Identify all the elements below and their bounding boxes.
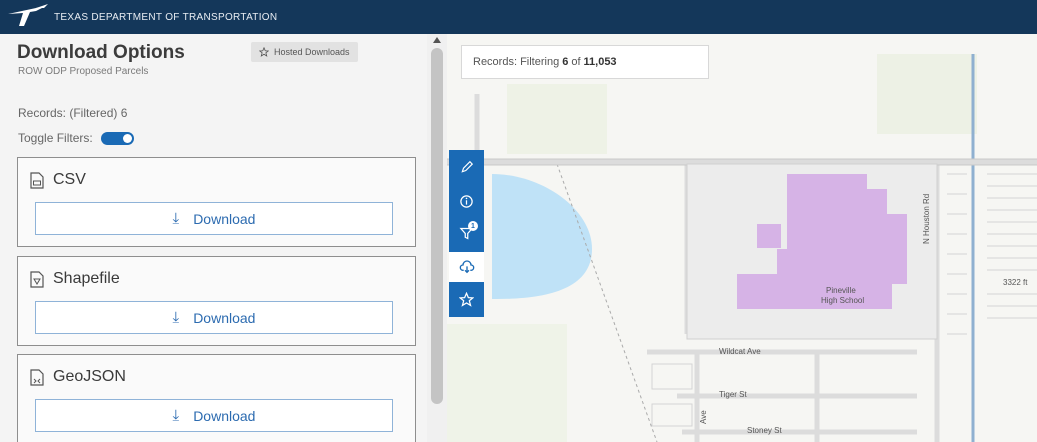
street-label-stoney: Stoney St [747, 426, 782, 435]
download-label: Download [193, 309, 256, 326]
scrollbar-thumb[interactable] [431, 48, 443, 404]
hosted-downloads-button[interactable]: Hosted Downloads [251, 42, 358, 62]
records-total-number: 11,053 [583, 56, 617, 68]
records-of: of [571, 56, 581, 68]
toggle-filters-switch[interactable] [100, 131, 134, 145]
filter-count-badge: 1 [468, 221, 478, 231]
download-arrow-icon: ⤓ [172, 309, 180, 326]
info-circle-icon [460, 194, 473, 208]
school-label-line2: High School [821, 296, 865, 305]
pencil-icon [460, 160, 473, 173]
street-label-tiger: Tiger St [719, 390, 747, 399]
format-name: CSV [53, 171, 86, 188]
street-label-ave: Ave [699, 410, 708, 424]
map-view[interactable]: Records: Filtering 6 of 11,053 Pineville… [447, 34, 1037, 442]
download-label: Download [193, 407, 256, 424]
geojson-file-icon [30, 368, 44, 386]
agency-name: TEXAS DEPARTMENT OF TRANSPORTATION [54, 11, 278, 23]
info-tool-button[interactable] [449, 186, 484, 216]
filter-tool-button[interactable]: 1 [449, 218, 484, 248]
format-heading: CSV [29, 171, 86, 189]
format-name: Shapefile [53, 270, 120, 287]
format-card-csv: CSV ⤓ Download [17, 157, 416, 247]
map-tool-sidebar: 1 [449, 150, 484, 317]
toggle-filters-label: Toggle Filters: [18, 131, 93, 145]
format-name: GeoJSON [53, 368, 126, 385]
csv-file-icon [30, 171, 44, 189]
download-tool-button[interactable] [449, 252, 484, 282]
star-outline-icon [259, 47, 269, 57]
panel-scrollbar[interactable] [427, 34, 447, 442]
toggle-knob [122, 133, 132, 143]
panel-title: Download Options [17, 42, 185, 63]
top-header-bar: TEXAS DEPARTMENT OF TRANSPORTATION [0, 0, 1037, 34]
records-filtered-number: 6 [562, 56, 569, 68]
favorites-tool-button[interactable] [449, 284, 484, 314]
map-label-right: 3322 ft [1003, 278, 1028, 287]
csv-download-button[interactable]: ⤓ Download [35, 202, 393, 235]
download-arrow-icon: ⤓ [172, 407, 180, 424]
format-card-geojson: GeoJSON ⤓ Download [17, 354, 416, 442]
geojson-download-button[interactable]: ⤓ Download [35, 399, 393, 432]
format-heading: Shapefile [29, 270, 120, 288]
school-label-line1: Pineville [826, 286, 856, 295]
txdot-flying-t-logo-icon [8, 4, 48, 26]
shapefile-download-button[interactable]: ⤓ Download [35, 301, 393, 334]
layer-subtitle: ROW ODP Proposed Parcels [18, 66, 149, 77]
download-options-panel: Download Options Hosted Downloads ROW OD… [0, 34, 427, 442]
download-arrow-icon: ⤓ [172, 210, 180, 227]
hosted-downloads-label: Hosted Downloads [274, 47, 350, 57]
toggle-filters-row: Toggle Filters: [18, 131, 134, 145]
records-filtered-count: Records: (Filtered) 6 [18, 106, 128, 120]
shapefile-file-icon [30, 270, 44, 288]
map-basemap [447, 34, 1037, 442]
format-card-shapefile: Shapefile ⤓ Download [17, 256, 416, 346]
records-filtering-box: Records: Filtering 6 of 11,053 [461, 45, 709, 79]
star-outline-icon [459, 291, 474, 307]
records-prefix: Records: Filtering [473, 56, 560, 68]
scroll-up-arrow-icon[interactable] [433, 37, 441, 43]
edit-tool-button[interactable] [449, 152, 484, 182]
format-heading: GeoJSON [29, 368, 126, 386]
street-label-wildcat: Wildcat Ave [719, 347, 761, 356]
cloud-download-icon [459, 260, 474, 274]
road-label-vertical: N Houston Rd [922, 193, 931, 244]
download-label: Download [193, 210, 256, 227]
